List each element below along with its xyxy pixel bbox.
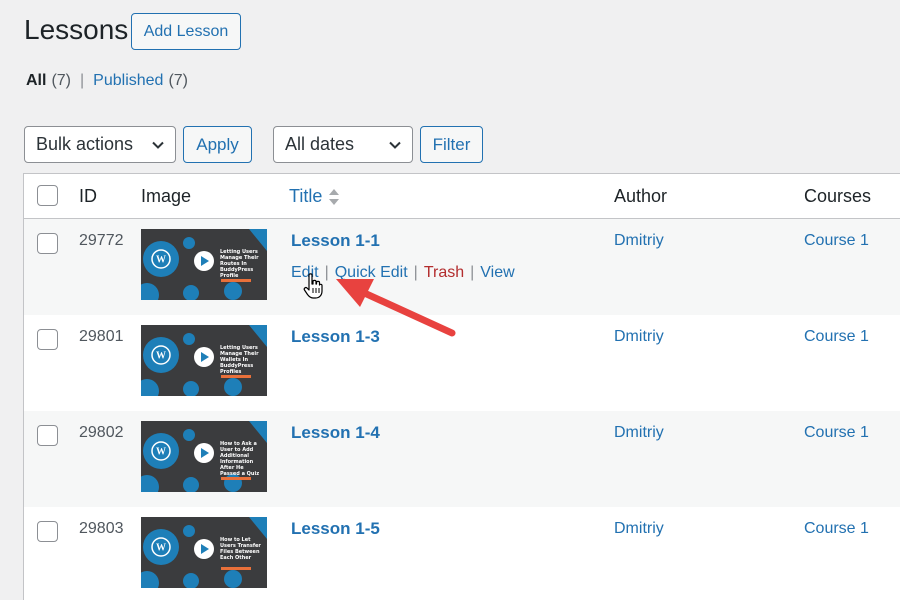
status-filter-links: All (7) | Published (7) (26, 72, 188, 90)
column-author: Author (614, 186, 668, 206)
filter-published-link[interactable]: Published (93, 72, 163, 90)
apply-button[interactable]: Apply (183, 126, 252, 163)
row-action-separator: | (470, 264, 475, 281)
row-id: 29803 (79, 520, 124, 537)
lesson-title-link[interactable]: Lesson 1-4 (291, 423, 380, 443)
filter-separator: | (80, 72, 85, 89)
column-image: Image (141, 186, 192, 206)
author-link[interactable]: Dmitriy (614, 232, 664, 250)
dates-select[interactable]: All dates (273, 126, 413, 163)
author-link[interactable]: Dmitriy (614, 328, 664, 346)
filter-all-count: (7) (51, 72, 72, 89)
annotation-arrow (336, 279, 456, 337)
dates-value: All dates (285, 134, 355, 154)
column-id: ID (79, 186, 97, 206)
column-title-sort[interactable]: Title (289, 186, 340, 207)
filter-button[interactable]: Filter (420, 126, 483, 163)
table-header: ID Image Title Author Courses (24, 174, 900, 219)
bulk-actions-select[interactable]: Bulk actions (24, 126, 176, 163)
thumbnail-caption: How to Let Users Transfer Files Between … (220, 537, 261, 561)
row-checkbox[interactable] (37, 425, 58, 446)
course-link[interactable]: Course 1 (804, 232, 869, 250)
author-link[interactable]: Dmitriy (614, 424, 664, 442)
column-title: Title (289, 186, 323, 206)
lesson-thumbnail[interactable]: W How to Ask a User to Add Additional In… (141, 421, 267, 492)
row-action-separator: | (324, 264, 329, 281)
row-checkbox[interactable] (37, 521, 58, 542)
column-courses: Courses (804, 186, 872, 206)
lesson-thumbnail[interactable]: W How to Let Users Transfer Files Betwee… (141, 517, 267, 588)
row-checkbox[interactable] (37, 329, 58, 350)
hand-cursor-icon (303, 273, 323, 299)
bulk-actions-value: Bulk actions (36, 134, 134, 154)
course-link[interactable]: Course 1 (804, 520, 869, 538)
row-id: 29801 (79, 328, 124, 345)
view-link[interactable]: View (480, 264, 514, 282)
thumbnail-caption: How to Ask a User to Add Additional Info… (220, 441, 260, 477)
chevron-down-icon (152, 141, 164, 149)
course-link[interactable]: Course 1 (804, 328, 869, 346)
chevron-down-icon (389, 141, 401, 149)
add-lesson-button[interactable]: Add Lesson (131, 13, 241, 50)
thumbnail-caption: Letting Users Manage Their Wallets In Bu… (220, 345, 259, 375)
course-link[interactable]: Course 1 (804, 424, 869, 442)
page-title: Lessons (24, 14, 129, 45)
author-link[interactable]: Dmitriy (614, 520, 664, 538)
row-id: 29772 (79, 232, 124, 249)
table-row: 29803 W How to Let Users Transfer Files (24, 507, 900, 600)
lesson-thumbnail[interactable]: W Letting Users Manage Their Wallets In … (141, 325, 267, 396)
row-id: 29802 (79, 424, 124, 441)
row-checkbox[interactable] (37, 233, 58, 254)
sort-arrows-icon (329, 188, 340, 205)
lesson-title-link[interactable]: Lesson 1-5 (291, 519, 380, 539)
filter-all-link[interactable]: All (26, 72, 46, 90)
lesson-thumbnail[interactable]: W Letting Users Manage Their Routes In B… (141, 229, 267, 300)
table-row: 29802 W How to Ask a User to Add Additio (24, 411, 900, 507)
select-all-checkbox[interactable] (37, 185, 58, 206)
thumbnail-caption: Letting Users Manage Their Routes In Bud… (220, 249, 259, 279)
lessons-table: ID Image Title Author Courses 29772 W Le… (23, 173, 900, 600)
filter-published-count: (7) (168, 72, 189, 89)
lesson-title-link[interactable]: Lesson 1-1 (291, 231, 380, 251)
